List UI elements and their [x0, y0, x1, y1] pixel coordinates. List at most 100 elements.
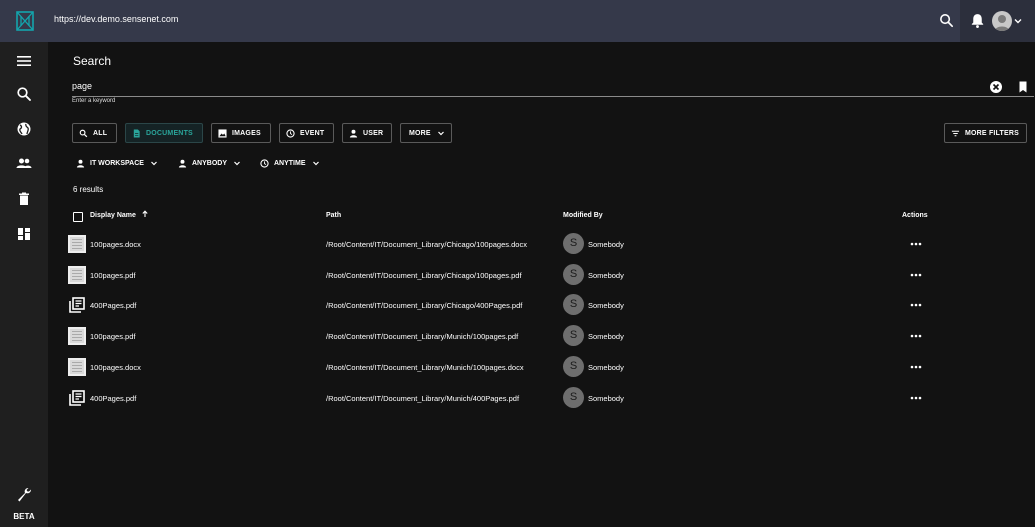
- file-name[interactable]: 100pages.pdf: [90, 271, 135, 280]
- chevron-down-icon: [312, 161, 319, 166]
- chip-label: ALL: [93, 129, 108, 137]
- save-search-bookmark-icon[interactable]: [1016, 80, 1030, 94]
- search-input[interactable]: page: [72, 81, 92, 91]
- table-row[interactable]: 400Pages.pdf/Root/Content/IT/Document_Li…: [48, 383, 1035, 414]
- file-name[interactable]: 100pages.pdf: [90, 332, 135, 341]
- trash-icon[interactable]: [15, 190, 33, 208]
- file-path: /Root/Content/IT/Document_Library/Munich…: [326, 393, 520, 403]
- more-filters-button[interactable]: MORE FILTERS: [944, 123, 1027, 143]
- users-icon[interactable]: [15, 154, 33, 172]
- beta-label: BETA: [13, 512, 35, 521]
- more-actions-icon[interactable]: [910, 239, 922, 249]
- file-path: /Root/Content/IT/Document_Library/Chicag…: [326, 240, 527, 249]
- avatar: S: [563, 386, 584, 408]
- file-path: /Root/Content/IT/Document_Library/Chicag…: [326, 270, 522, 280]
- table-row[interactable]: 400Pages.pdf/Root/Content/IT/Document_Li…: [48, 290, 1035, 321]
- clear-search-icon[interactable]: [989, 80, 1003, 94]
- filter-all-button[interactable]: ALL: [72, 123, 117, 143]
- search-page: Search page Enter a keyword ALL DOCUMENT…: [48, 42, 1035, 527]
- more-actions-icon[interactable]: [910, 362, 922, 372]
- chevron-down-icon: [234, 161, 240, 166]
- clock-icon: [260, 158, 269, 168]
- person-icon: [178, 159, 187, 168]
- user-avatar[interactable]: [992, 11, 1012, 31]
- results-count: 6 results: [73, 185, 104, 194]
- chip-label: USER: [363, 129, 384, 137]
- workspace-filter-dropdown[interactable]: IT WORKSPACE: [76, 157, 158, 169]
- avatar: S: [563, 294, 584, 316]
- search-icon: [79, 129, 88, 137]
- avatar: S: [563, 355, 584, 377]
- clock-icon: [286, 128, 295, 138]
- column-display-name[interactable]: Display Name: [90, 212, 136, 219]
- avatar: S: [563, 325, 584, 347]
- sidebar: BETA: [0, 42, 48, 527]
- document-thumbnail: [68, 235, 86, 253]
- sort-ascending-icon[interactable]: [141, 210, 149, 218]
- chip-label: MORE: [409, 129, 431, 137]
- modified-by-name: Somebody: [588, 332, 624, 342]
- filter-documents-button[interactable]: DOCUMENTS: [125, 123, 203, 143]
- avatar: S: [563, 233, 584, 254]
- file-path: /Root/Content/IT/Document_Library/Chicag…: [326, 301, 523, 311]
- document-icon: [133, 128, 140, 138]
- document-thumbnail: [68, 357, 86, 376]
- file-name[interactable]: 100pages.docx: [90, 363, 141, 372]
- library-icon: [69, 297, 85, 314]
- table-row[interactable]: 100pages.pdf/Root/Content/IT/Document_Li…: [48, 321, 1035, 352]
- menu-icon[interactable]: [15, 52, 33, 70]
- sensenet-logo-icon[interactable]: [16, 11, 34, 31]
- chip-label: EVENT: [300, 129, 325, 137]
- wrench-icon[interactable]: [15, 485, 33, 503]
- more-actions-icon[interactable]: [910, 270, 922, 280]
- modified-by-name: Somebody: [588, 270, 624, 280]
- modified-by-name: Somebody: [588, 301, 624, 311]
- file-name[interactable]: 400Pages.pdf: [90, 394, 136, 403]
- more-actions-icon[interactable]: [910, 393, 922, 403]
- search-icon[interactable]: [938, 12, 955, 29]
- person-icon: [76, 159, 85, 168]
- modified-by-name: Somebody: [588, 240, 624, 249]
- page-title: Search: [73, 54, 112, 68]
- filter-user-button[interactable]: USER: [342, 123, 392, 143]
- search-icon[interactable]: [15, 85, 33, 103]
- avatar: S: [563, 263, 584, 285]
- image-icon: [218, 128, 227, 138]
- chevron-down-icon: [437, 131, 444, 136]
- globe-icon[interactable]: [15, 120, 33, 138]
- search-field[interactable]: page: [72, 80, 1034, 97]
- file-path: /Root/Content/IT/Document_Library/Munich…: [326, 362, 524, 372]
- site-url: https://dev.demo.sensenet.com: [54, 14, 179, 24]
- modified-by-name: Somebody: [588, 362, 624, 372]
- file-name[interactable]: 400Pages.pdf: [90, 301, 136, 310]
- date-filter-dropdown[interactable]: ANYTIME: [260, 157, 320, 169]
- select-all-checkbox[interactable]: [73, 212, 83, 222]
- document-thumbnail: [68, 265, 86, 284]
- filter-list-icon: [951, 130, 960, 136]
- filter-more-button[interactable]: MORE: [400, 123, 452, 143]
- filter-label: IT WORKSPACE: [90, 159, 144, 167]
- search-helper-text: Enter a keyword: [72, 98, 116, 104]
- library-icon: [69, 389, 85, 406]
- table-row[interactable]: 100pages.pdf/Root/Content/IT/Document_Li…: [48, 260, 1035, 291]
- filter-label: ANYBODY: [192, 159, 228, 167]
- document-thumbnail: [68, 327, 86, 346]
- person-icon: [349, 129, 358, 138]
- chip-label: DOCUMENTS: [146, 129, 193, 137]
- more-filters-label: MORE FILTERS: [965, 129, 1019, 137]
- filter-event-button[interactable]: EVENT: [279, 123, 334, 143]
- author-filter-dropdown[interactable]: ANYBODY: [178, 157, 241, 169]
- more-actions-icon[interactable]: [910, 300, 922, 310]
- table-row[interactable]: 100pages.docx/Root/Content/IT/Document_L…: [48, 229, 1035, 260]
- column-path[interactable]: Path: [326, 212, 341, 219]
- file-name[interactable]: 100pages.docx: [90, 240, 141, 249]
- notifications-bell-icon[interactable]: [969, 12, 986, 29]
- more-actions-icon[interactable]: [910, 331, 922, 341]
- chip-label: IMAGES: [232, 129, 261, 137]
- table-row[interactable]: 100pages.docx/Root/Content/IT/Document_L…: [48, 352, 1035, 383]
- filter-images-button[interactable]: IMAGES: [211, 123, 271, 143]
- chevron-down-icon: [151, 161, 157, 166]
- column-modified-by[interactable]: Modified By: [563, 212, 603, 219]
- chevron-down-icon[interactable]: [1013, 16, 1023, 26]
- dashboard-icon[interactable]: [15, 225, 33, 243]
